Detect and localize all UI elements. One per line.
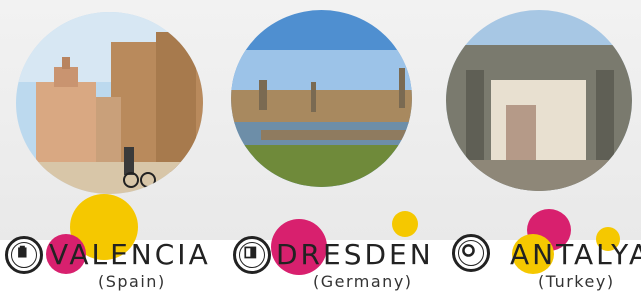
antalya-photo — [446, 10, 632, 191]
city-name-dresden: DRESDEN — [276, 238, 434, 271]
city-name-antalya: ANTALYA — [510, 238, 641, 271]
dresden-coat-of-arms-icon — [233, 236, 271, 274]
yellow-dot-dresden — [392, 211, 418, 237]
city-name-valencia: VALENCIA — [49, 238, 211, 271]
valencia-photo — [16, 12, 203, 194]
antalya-emblem-icon — [452, 234, 490, 272]
country-turkey: (Turkey) — [538, 272, 615, 291]
country-germany: (Germany) — [313, 272, 413, 291]
valencia-coat-of-arms-icon — [5, 236, 43, 274]
country-spain: (Spain) — [98, 272, 166, 291]
dresden-photo — [231, 10, 412, 187]
